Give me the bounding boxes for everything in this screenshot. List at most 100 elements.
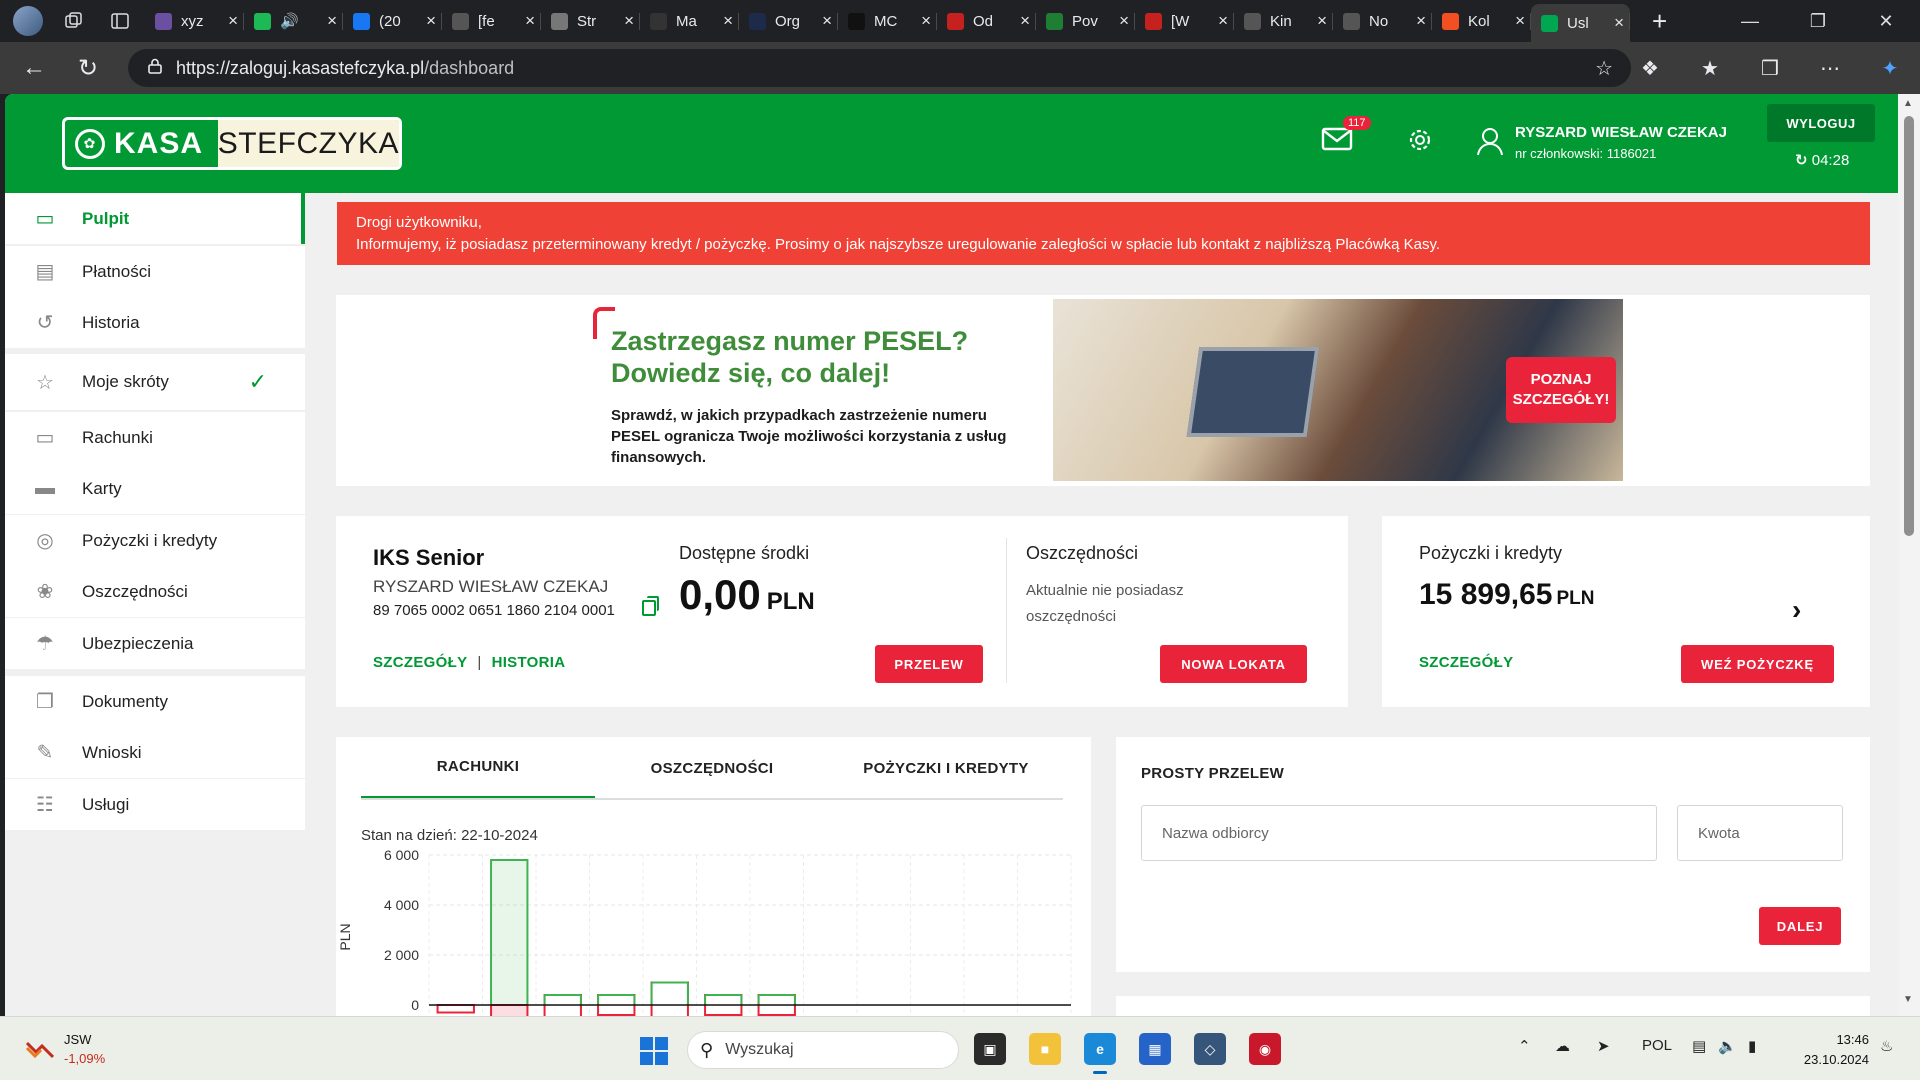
- tab-accounts[interactable]: RACHUNKI: [361, 737, 595, 799]
- stock-change[interactable]: -1,09%: [64, 1051, 105, 1066]
- take-loan-button[interactable]: WEŹ POŻYCZKĘ: [1681, 645, 1834, 683]
- sidebar-item[interactable]: ❀ Oszczędności: [5, 566, 305, 617]
- clock-date[interactable]: 23.10.2024: [1783, 1052, 1869, 1067]
- browser-tab[interactable]: xyz ×: [145, 4, 244, 38]
- chevron-right-icon[interactable]: ›: [1792, 594, 1801, 626]
- messages-button[interactable]: 117: [1321, 116, 1371, 156]
- scroll-down-arrow-icon[interactable]: ▼: [1903, 994, 1913, 1005]
- start-button[interactable]: [640, 1037, 668, 1065]
- settings-gear-icon[interactable]: [1408, 128, 1432, 159]
- browser-tab[interactable]: MC ×: [838, 4, 937, 38]
- sidebar-item[interactable]: ◎ Pożyczki i kredyty: [5, 515, 305, 566]
- account-history-link[interactable]: HISTORIA: [492, 654, 566, 671]
- lock-icon[interactable]: [148, 58, 162, 79]
- sidebar-item[interactable]: ✎ Wnioski: [5, 727, 305, 778]
- browser-tab[interactable]: 🔊 ×: [244, 4, 343, 38]
- minimize-button[interactable]: —: [1716, 0, 1784, 42]
- browser-tab[interactable]: Od ×: [937, 4, 1036, 38]
- favorites-icon[interactable]: ★: [1680, 56, 1740, 81]
- location-icon[interactable]: ➤: [1597, 1037, 1610, 1055]
- sidebar-item[interactable]: ☆ Moje skróty ✓: [5, 354, 305, 410]
- tab-close-icon[interactable]: ×: [1317, 11, 1327, 31]
- tab-close-icon[interactable]: ×: [1515, 11, 1525, 31]
- sidebar-item[interactable]: ☂ Ubezpieczenia: [5, 618, 305, 669]
- browser-tab[interactable]: [W ×: [1135, 4, 1234, 38]
- profile-avatar[interactable]: [13, 6, 43, 36]
- file-explorer-icon[interactable]: ■: [1029, 1033, 1061, 1065]
- scrollbar-thumb[interactable]: [1904, 116, 1914, 536]
- more-menu-icon[interactable]: ⋯: [1800, 56, 1860, 81]
- maximize-button[interactable]: ❐: [1784, 0, 1852, 42]
- new-deposit-button[interactable]: NOWA LOKATA: [1160, 645, 1307, 683]
- tab-close-icon[interactable]: ×: [723, 11, 733, 31]
- app-icon[interactable]: ◉: [1249, 1033, 1281, 1065]
- browser-tab[interactable]: Ma ×: [640, 4, 739, 38]
- onedrive-cloud-icon[interactable]: ☁: [1555, 1037, 1570, 1055]
- copy-icon[interactable]: [642, 596, 659, 616]
- browser-tab[interactable]: No ×: [1333, 4, 1432, 38]
- tab-close-icon[interactable]: ×: [1218, 11, 1228, 31]
- tab-loans[interactable]: POŻYCZKI I KREDYTY: [829, 737, 1063, 799]
- next-button[interactable]: DALEJ: [1759, 907, 1841, 945]
- tab-close-icon[interactable]: ×: [1614, 13, 1624, 33]
- close-window-button[interactable]: ✕: [1852, 0, 1920, 42]
- browser-tab[interactable]: Org ×: [739, 4, 838, 38]
- notifications-bell-icon[interactable]: ♨: [1880, 1037, 1893, 1055]
- sidebar-item[interactable]: ▭ Rachunki: [5, 412, 305, 463]
- browser-tab[interactable]: (20 ×: [343, 4, 442, 38]
- tab-close-icon[interactable]: ×: [1416, 11, 1426, 31]
- tab-close-icon[interactable]: ×: [525, 11, 535, 31]
- tab-close-icon[interactable]: ×: [327, 11, 337, 31]
- tab-close-icon[interactable]: ×: [426, 11, 436, 31]
- edge-browser-icon[interactable]: e: [1084, 1033, 1116, 1074]
- tab-actions-icon[interactable]: [105, 6, 135, 36]
- workspaces-icon[interactable]: [59, 6, 89, 36]
- clock-time[interactable]: 13:46: [1801, 1032, 1869, 1047]
- collections-icon[interactable]: ❒: [1740, 56, 1800, 81]
- tab-close-icon[interactable]: ×: [921, 11, 931, 31]
- sidebar-item[interactable]: ❐ Dokumenty: [5, 676, 305, 727]
- extensions-icon[interactable]: ❖: [1620, 56, 1680, 81]
- amount-input[interactable]: [1677, 805, 1843, 861]
- taskbar-search[interactable]: ⚲ Wyszukaj: [687, 1031, 959, 1069]
- sidebar-item[interactable]: ▭ Pulpit: [5, 193, 305, 244]
- virtualbox-icon[interactable]: ◇: [1194, 1033, 1226, 1065]
- favorite-star-icon[interactable]: ☆: [1595, 56, 1613, 81]
- account-details-link[interactable]: SZCZEGÓŁY: [373, 654, 467, 671]
- task-view-icon[interactable]: ▣: [974, 1033, 1006, 1065]
- logout-button[interactable]: WYLOGUJ: [1767, 104, 1875, 142]
- browser-tab[interactable]: Pov ×: [1036, 4, 1135, 38]
- scroll-up-arrow-icon[interactable]: ▲: [1903, 98, 1913, 109]
- sidebar-item[interactable]: ▬ Karty: [5, 463, 305, 514]
- tab-close-icon[interactable]: ×: [822, 11, 832, 31]
- network-icon[interactable]: ▤: [1692, 1037, 1706, 1055]
- new-tab-button[interactable]: +: [1652, 6, 1667, 37]
- stock-name[interactable]: JSW: [64, 1032, 91, 1047]
- show-hidden-icons-chevron-icon[interactable]: ⌃: [1518, 1037, 1531, 1055]
- stock-trend-icon[interactable]: [26, 1037, 54, 1059]
- sidebar-item[interactable]: ▤ Płatności: [5, 246, 305, 297]
- reload-button[interactable]: ↻: [68, 48, 108, 88]
- page-scrollbar[interactable]: ▲ ▼: [1898, 94, 1920, 1016]
- language-indicator[interactable]: POL: [1642, 1037, 1672, 1054]
- tab-close-icon[interactable]: ×: [228, 11, 238, 31]
- back-button[interactable]: ←: [14, 48, 54, 88]
- session-timer[interactable]: ↻ 04:28: [1795, 151, 1849, 169]
- store-icon[interactable]: ▦: [1139, 1033, 1171, 1065]
- browser-tab[interactable]: Kol ×: [1432, 4, 1531, 38]
- browser-tab[interactable]: Str ×: [541, 4, 640, 38]
- chevron-down-icon[interactable]: ✓: [249, 369, 267, 395]
- browser-tab[interactable]: Kin ×: [1234, 4, 1333, 38]
- tab-savings[interactable]: OSZCZĘDNOŚCI: [595, 737, 829, 799]
- tab-close-icon[interactable]: ×: [624, 11, 634, 31]
- battery-icon[interactable]: ▮: [1748, 1037, 1756, 1055]
- tab-close-icon[interactable]: ×: [1020, 11, 1030, 31]
- volume-icon[interactable]: 🔈: [1718, 1037, 1737, 1055]
- loans-details-link[interactable]: SZCZEGÓŁY: [1419, 654, 1513, 671]
- copilot-icon[interactable]: ✦: [1860, 56, 1920, 81]
- pesel-promo-banner[interactable]: Zastrzegasz numer PESEL? Dowiedz się, co…: [593, 299, 1623, 481]
- transfer-button[interactable]: PRZELEW: [875, 645, 983, 683]
- recipient-name-input[interactable]: [1141, 805, 1657, 861]
- sidebar-item[interactable]: ☷ Usługi: [5, 779, 305, 830]
- banner-cta-button[interactable]: POZNAJ SZCZEGÓŁY!: [1506, 357, 1616, 423]
